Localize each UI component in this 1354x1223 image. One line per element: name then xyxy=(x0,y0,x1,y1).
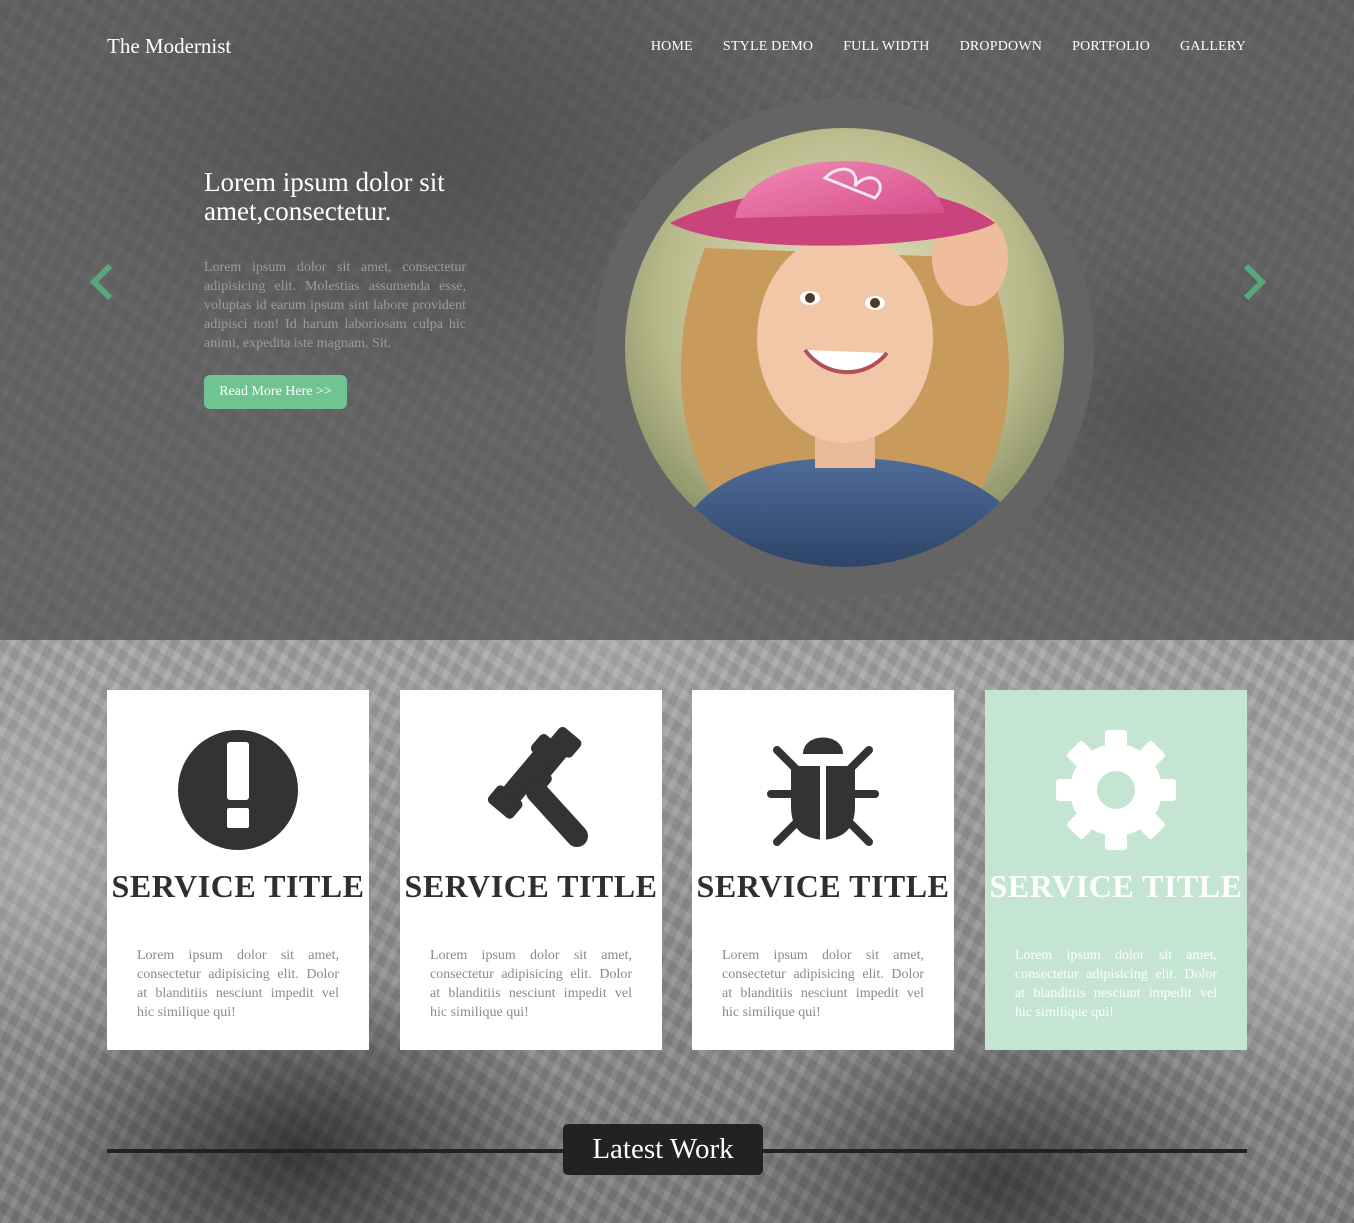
hero-text: Lorem ipsum dolor sit amet, consectetur … xyxy=(204,260,466,351)
nav-item-home[interactable]: HOME xyxy=(651,39,693,55)
site-brand[interactable]: The Modernist xyxy=(107,34,231,59)
read-more-button[interactable]: Read More Here >> xyxy=(204,375,347,409)
main-nav: HOME STYLE DEMO FULL WIDTH DROPDOWN PORT… xyxy=(600,39,1246,55)
hero-title: Lorem ipsum dolor sit amet,consectetur. xyxy=(204,167,445,226)
service-text: Lorem ipsum dolor sit amet, consectetur … xyxy=(137,948,339,1020)
nav-item-style-demo[interactable]: STYLE DEMO xyxy=(723,39,813,55)
service-card-4[interactable]: SERVICE TITLE Lorem ipsum dolor sit amet… xyxy=(985,690,1247,1050)
service-title: SERVICE TITLE xyxy=(404,868,658,904)
service-text: Lorem ipsum dolor sit amet, consectetur … xyxy=(430,948,632,1020)
latest-work-heading: Latest Work xyxy=(563,1124,763,1175)
chevron-right-icon[interactable] xyxy=(1238,262,1268,302)
gear-icon xyxy=(1056,730,1176,850)
exclamation-icon xyxy=(178,730,298,850)
service-text: Lorem ipsum dolor sit amet, consectetur … xyxy=(722,948,924,1020)
hero-photo xyxy=(625,128,1064,567)
service-title: SERVICE TITLE xyxy=(989,868,1243,904)
service-title: SERVICE TITLE xyxy=(696,868,950,904)
service-text: Lorem ipsum dolor sit amet, consectetur … xyxy=(1015,948,1217,1020)
service-card-1[interactable]: SERVICE TITLE Lorem ipsum dolor sit amet… xyxy=(107,690,369,1050)
nav-item-gallery[interactable]: GALLERY xyxy=(1180,39,1246,55)
nav-item-full-width[interactable]: FULL WIDTH xyxy=(843,39,929,55)
bug-icon xyxy=(767,737,879,846)
gavel-icon xyxy=(487,726,588,847)
service-card-2[interactable]: SERVICE TITLE Lorem ipsum dolor sit amet… xyxy=(400,690,662,1050)
service-title: SERVICE TITLE xyxy=(111,868,365,904)
nav-item-portfolio[interactable]: PORTFOLIO xyxy=(1072,39,1150,55)
service-card-3[interactable]: SERVICE TITLE Lorem ipsum dolor sit amet… xyxy=(692,690,954,1050)
nav-item-dropdown[interactable]: DROPDOWN xyxy=(960,39,1043,55)
chevron-left-icon[interactable] xyxy=(88,262,118,302)
